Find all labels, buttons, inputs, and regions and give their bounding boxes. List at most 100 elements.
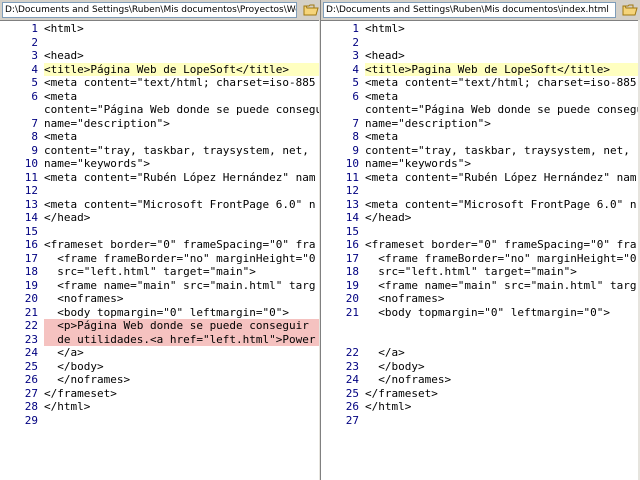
right-code-view[interactable]: 1 <html> 2 3 <head> 4 <title>Pagina Web de Lop… [321,22,640,427]
line-text: <title>Página Web de LopeSoft</title> [44,62,321,76]
code-line[interactable]: 3 <head> [321,49,640,63]
line-number: 1 [352,22,359,35]
code-line[interactable] [321,319,640,333]
code-line[interactable]: 18 src="left.html" target="main"> [0,265,321,279]
code-line[interactable]: 11 <meta content="Rubén López Hernández" … [321,171,640,185]
code-line[interactable]: content="Página Web donde se puede conse… [321,103,640,117]
code-line[interactable]: 17 <frame frameBorder="no" marginHeight=… [0,252,321,266]
code-line[interactable]: 1 <html> [0,22,321,36]
code-line[interactable]: 27 [321,414,640,428]
line-number: 18 [345,265,359,278]
code-line[interactable]: 10 name="keywords"> [321,157,640,171]
code-line[interactable]: 3 <head> [0,49,321,63]
code-line[interactable]: 22 </a> [321,346,640,360]
code-line[interactable]: 12 [0,184,321,198]
line-number: 3 [31,49,38,62]
line-text: content="tray, taskbar, traysystem, net, [44,143,316,157]
line-number: 16 [24,238,38,251]
left-pane[interactable]: D:\Documents and Settings\Ruben\Mis docu… [0,0,321,480]
open-folder-icon[interactable] [303,2,319,17]
line-number: 24 [24,346,38,359]
line-number: 7 [352,116,359,130]
code-line[interactable]: content="Página Web donde se puede conse… [0,103,321,117]
code-line[interactable]: 20 <noframes> [321,292,640,306]
code-line[interactable]: 28 </html> [0,400,321,414]
line-text: </body> [365,359,425,373]
code-line[interactable]: 7 name="description"> [321,117,640,131]
code-line[interactable]: 15 [321,225,640,239]
code-line[interactable]: 5 <meta content="text/html; charset=iso-8… [321,76,640,90]
line-text: <frame name="main" src="main.html" targ [44,278,316,292]
left-path-field[interactable]: D:\Documents and Settings\Ruben\Mis docu… [2,2,297,18]
code-line[interactable]: 26 </html> [321,400,640,414]
code-line[interactable]: 6 <meta [321,90,640,104]
line-text: <frame frameBorder="no" marginHeight="0 [44,251,316,265]
line-number: 9 [352,143,359,157]
code-line[interactable]: 27 </frameset> [0,387,321,401]
code-line[interactable]: 21 <body topmargin="0" leftmargin="0"> [321,306,640,320]
code-line[interactable]: 20 <noframes> [0,292,321,306]
line-number: 12 [24,184,38,197]
line-number: 12 [345,184,359,197]
code-line[interactable]: 25 </body> [0,360,321,374]
line-text: </a> [44,346,84,359]
open-folder-icon[interactable] [622,2,638,17]
code-line[interactable]: 19 <frame name="main" src="main.html" ta… [0,279,321,293]
code-line[interactable]: 16 <frameset border="0" frameSpacing="0" … [321,238,640,252]
code-line[interactable]: 2 [0,36,321,50]
code-line[interactable]: 9 content="tray, taskbar, traysystem, net… [321,144,640,158]
code-line[interactable]: 14 </head> [0,211,321,225]
code-line[interactable]: 8 <meta [0,130,321,144]
code-line[interactable]: 25 </frameset> [321,387,640,401]
line-text: <meta [44,130,78,143]
code-line[interactable]: 9 content="tray, taskbar, traysystem, net… [0,144,321,158]
code-line[interactable]: 18 src="left.html" target="main"> [321,265,640,279]
line-text: name="keywords"> [44,157,150,170]
code-line[interactable]: 24 </a> [0,346,321,360]
line-number: 21 [24,305,38,319]
code-line[interactable]: 12 [321,184,640,198]
right-pane[interactable]: D:\Documents and Settings\Ruben\Mis docu… [321,0,640,480]
line-number: 14 [24,211,38,224]
code-line[interactable]: 5 <meta content="text/html; charset=iso-8… [0,76,321,90]
code-line[interactable]: 24 </noframes> [321,373,640,387]
code-line[interactable]: 26 </noframes> [0,373,321,387]
code-line[interactable]: 15 [0,225,321,239]
code-line[interactable]: 4 <title>Pagina Web de LopeSoft</title> [321,62,640,76]
line-text: content="Página Web donde se puede conse… [365,103,640,116]
code-line[interactable]: 4 <title>Página Web de LopeSoft</title> [0,62,321,76]
code-line[interactable]: 23 de utilidades.<a href="left.html">Pow… [0,332,321,346]
line-text: name="description"> [44,116,170,130]
code-line[interactable]: 2 [321,36,640,50]
right-path-field[interactable]: D:\Documents and Settings\Ruben\Mis docu… [323,2,616,18]
code-line[interactable]: 16 <frameset border="0" frameSpacing="0" … [0,238,321,252]
line-number: 15 [345,224,359,238]
code-line[interactable]: 21 <body topmargin="0" leftmargin="0"> [0,306,321,320]
left-code-view[interactable]: 1 <html> 2 3 <head> 4 <title>Página Web de Lop… [0,22,321,427]
line-number: 28 [24,400,38,413]
line-number: 24 [345,373,359,386]
line-number: 4 [352,62,359,76]
code-line[interactable] [321,333,640,347]
line-text: content="tray, taskbar, traysystem, net, [365,143,637,157]
line-text: src="left.html" target="main"> [365,265,577,278]
code-line[interactable]: 13 <meta content="Microsoft FrontPage 6.0… [321,198,640,212]
code-line[interactable]: 19 <frame name="main" src="main.html" ta… [321,279,640,293]
code-line[interactable]: 14 </head> [321,211,640,225]
code-line[interactable]: 17 <frame frameBorder="no" marginHeight=… [321,252,640,266]
code-line[interactable]: 23 </body> [321,360,640,374]
code-line[interactable]: 11 <meta content="Rubén López Hernández" … [0,171,321,185]
line-text: <head> [365,49,405,62]
code-line[interactable]: 7 name="description"> [0,117,321,131]
code-line[interactable]: 13 <meta content="Microsoft FrontPage 6.0… [0,198,321,212]
code-line[interactable]: 22 <p>Página Web donde se puede consegui… [0,319,321,333]
code-line[interactable]: 29 [0,414,321,428]
code-line[interactable]: 6 <meta [0,90,321,104]
code-line[interactable]: 1 <html> [321,22,640,36]
code-line[interactable]: 10 name="keywords"> [0,157,321,171]
line-text: <body topmargin="0" leftmargin="0"> [44,305,290,319]
line-number: 15 [24,224,38,238]
code-line[interactable]: 8 <meta [321,130,640,144]
line-text: <noframes> [44,292,124,305]
line-number: 13 [24,197,38,211]
